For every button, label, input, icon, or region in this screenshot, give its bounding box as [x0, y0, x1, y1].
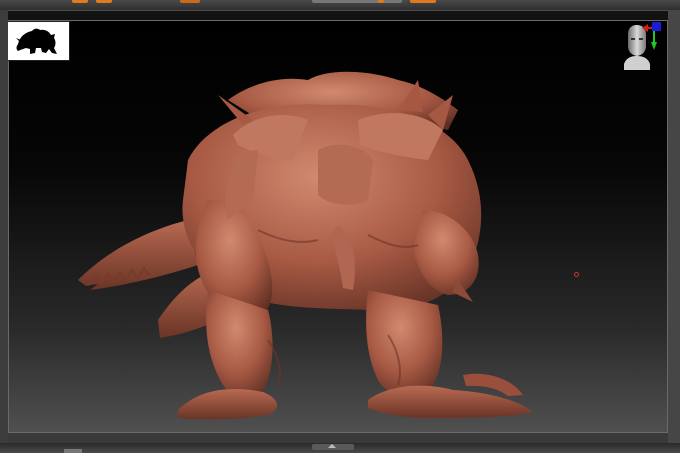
creature-silhouette-graphic [16, 28, 57, 54]
chevron-up-icon[interactable] [328, 444, 336, 448]
bottom-tray [0, 443, 680, 453]
top-toolbar [0, 0, 680, 10]
head-gizmo-icon[interactable] [616, 20, 662, 78]
pivot-marker [574, 272, 579, 277]
toolbar-button[interactable] [96, 0, 112, 3]
toolbar-button[interactable] [180, 0, 200, 3]
creature-silhouette-icon[interactable] [8, 22, 69, 60]
left-shelf [0, 10, 8, 443]
toolbar-button[interactable] [378, 0, 384, 3]
right-shelf [668, 10, 680, 443]
head-gizmo-graphic [624, 22, 661, 70]
document-canvas[interactable] [8, 20, 668, 433]
toolbar-button[interactable] [72, 0, 88, 3]
bottom-tab[interactable] [64, 449, 82, 453]
slider-grip[interactable] [312, 0, 402, 3]
toolbar-button[interactable] [410, 0, 436, 3]
creature-sculpt-model[interactable] [68, 40, 548, 420]
